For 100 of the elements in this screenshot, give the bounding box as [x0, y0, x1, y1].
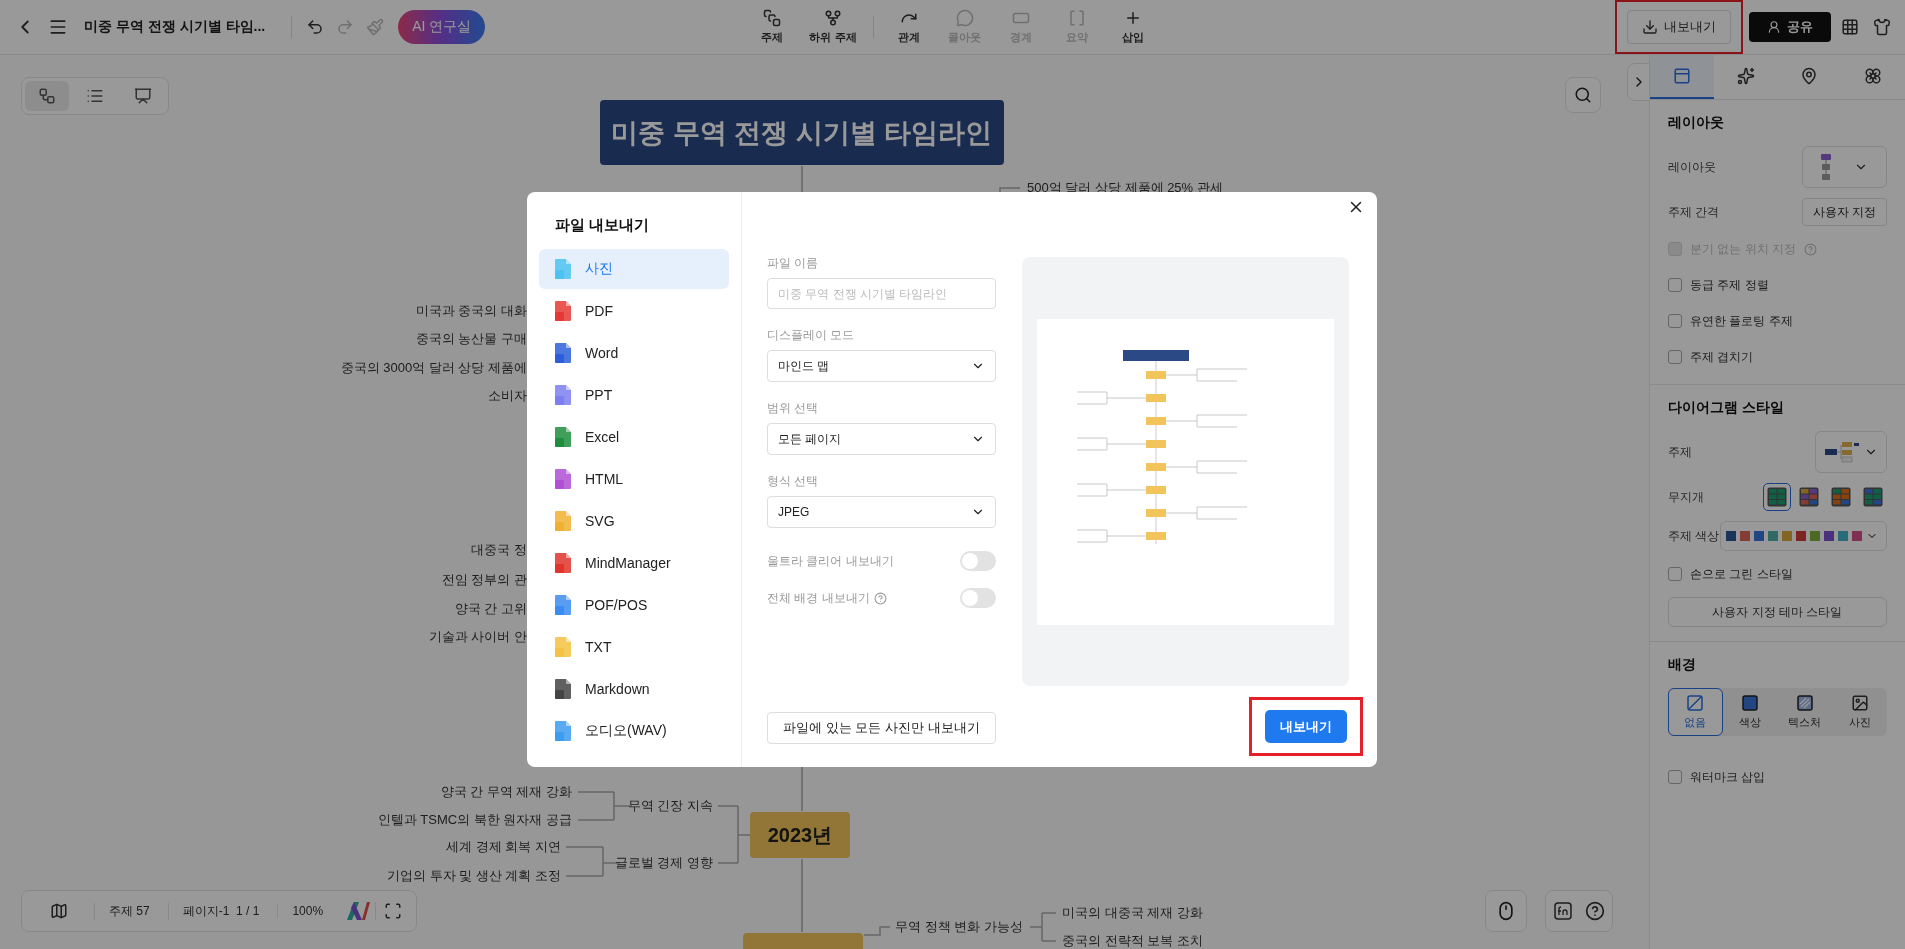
topic-color-dropdown[interactable] — [1720, 521, 1887, 551]
format-option[interactable]: Excel — [539, 417, 729, 457]
toggle-switch[interactable] — [960, 551, 996, 571]
topic-text[interactable]: 소비자 — [488, 387, 527, 405]
checkbox[interactable] — [1668, 350, 1682, 364]
toolbar-tool[interactable]: 삽입 — [1105, 9, 1160, 45]
custom-theme-button[interactable]: 사용자 지정 테마 스타일 — [1668, 597, 1887, 627]
bracket-icon — [1067, 9, 1086, 27]
topic-text[interactable]: 양국 간 무역 제재 강화 — [440, 783, 572, 801]
logo-icon[interactable] — [345, 900, 372, 922]
collapse-panel-button[interactable] — [1627, 63, 1649, 101]
checkbox[interactable] — [1668, 314, 1682, 328]
background-option[interactable]: 색상 — [1722, 688, 1778, 736]
topic-text[interactable]: 미국의 대중국 제재 강화 — [1062, 904, 1203, 922]
export-button[interactable]: 내보내기 — [1627, 10, 1731, 44]
toggle-label: 전체 배경 내보내기 — [767, 589, 870, 607]
search-button[interactable] — [1565, 77, 1601, 113]
format-option[interactable]: MindManager — [539, 543, 729, 583]
topic-text[interactable]: 기업의 투자 및 생산 계획 조정 — [386, 867, 561, 885]
color-palette-icon — [1726, 531, 1864, 541]
format-option[interactable]: Markdown — [539, 669, 729, 709]
file-icon — [553, 510, 573, 532]
format-option[interactable]: 사진 — [539, 249, 729, 289]
mouse-mode-button[interactable] — [1485, 890, 1527, 932]
section-title: 배경 — [1668, 656, 1697, 674]
checkbox-label: 주제 겹치기 — [1690, 348, 1754, 366]
layout-icon — [1672, 67, 1691, 85]
format-option[interactable]: POF/POS — [539, 585, 729, 625]
panel-tab[interactable] — [1650, 55, 1714, 99]
topic-text[interactable]: 무역 긴장 지속 — [627, 797, 713, 815]
select-field[interactable]: JPEG — [767, 496, 996, 528]
background-option[interactable]: 사진 — [1832, 688, 1887, 736]
toggle-label: 울트라 클리어 내보내기 — [767, 552, 894, 570]
help-icon[interactable] — [873, 591, 887, 605]
format-option[interactable]: HTML — [539, 459, 729, 499]
menu-icon — [48, 17, 68, 37]
toolbar-tool[interactable]: 하위 주제 — [801, 9, 865, 45]
format-option[interactable]: PPT — [539, 375, 729, 415]
share-button[interactable]: 공유 — [1749, 12, 1831, 42]
checkbox-label: 동급 주제 정렬 — [1690, 276, 1769, 294]
field-label: 파일 이름 — [767, 255, 820, 272]
export-images-only-button[interactable]: 파일에 있는 모든 사진만 내보내기 — [767, 712, 996, 744]
layout-dropdown[interactable] — [1802, 146, 1887, 188]
topic-style-dropdown[interactable] — [1815, 431, 1887, 473]
file-icon — [553, 384, 573, 406]
shirt-icon — [1873, 18, 1891, 36]
file-name-field[interactable]: 미중 무역 전쟁 시기별 타임라인 — [767, 278, 996, 309]
background-option[interactable]: 텍스처 — [1777, 688, 1833, 736]
ai-lab-button[interactable]: AI 연구실 — [398, 10, 486, 44]
select-field[interactable]: 마인드 맵 — [767, 350, 996, 382]
format-option[interactable]: 오디오(WAV) — [539, 711, 729, 751]
topic-style-icon — [1824, 441, 1859, 463]
format-option[interactable]: Word — [539, 333, 729, 373]
topic-text[interactable]: 세계 경제 회복 지연 — [446, 838, 561, 856]
checkbox-label: 유연한 플로팅 주제 — [1690, 312, 1793, 330]
root-topic[interactable]: 미중 무역 전쟁 시기별 타임라인 — [600, 100, 1004, 165]
undo-icon — [306, 18, 325, 36]
export-confirm-button[interactable]: 내보내기 — [1265, 710, 1347, 743]
topic-text[interactable]: 미국과 중국의 대화 — [415, 302, 527, 320]
function-key-icon — [1553, 901, 1573, 921]
zoom-level[interactable]: 100% — [277, 904, 338, 918]
year-topic[interactable]: 2023년 — [750, 812, 850, 858]
spacing-button[interactable]: 사용자 지정 — [1801, 198, 1887, 226]
mind-map-icon — [38, 87, 56, 105]
download-icon — [1642, 19, 1658, 35]
checkbox[interactable] — [1668, 278, 1682, 292]
background-option[interactable]: 없음 — [1668, 688, 1723, 736]
rainbow-option[interactable] — [1763, 483, 1791, 511]
page-indicator: 페이지-1 1 / 1 — [167, 902, 274, 920]
topic-count: 주제 57 — [94, 902, 164, 920]
topic-text[interactable]: 중국의 농산물 구매 — [415, 330, 527, 348]
topic-text[interactable]: 양국 간 고위 — [454, 600, 527, 618]
document-title: 미중 무역 전쟁 시기별 타임... — [84, 18, 266, 36]
presentation-icon — [134, 87, 152, 105]
layout-preview-icon — [1820, 154, 1831, 180]
toolbar-tool[interactable]: 관계 — [881, 9, 936, 45]
select-field[interactable]: 모든 페이지 — [767, 423, 996, 455]
filled-square-icon — [1741, 694, 1760, 712]
view-mode-button[interactable] — [25, 81, 69, 111]
topic-text[interactable]: 글로벌 경제 영향 — [614, 854, 713, 872]
topic-text[interactable]: 중국의 3000억 달러 상당 제품에 — [340, 359, 527, 377]
file-icon — [553, 720, 573, 742]
topic-text[interactable]: 인텔과 TSMC의 북한 원자재 공급 — [377, 811, 572, 829]
speech-bubble-icon — [955, 9, 974, 27]
toggle-switch[interactable] — [960, 588, 996, 608]
checkbox[interactable] — [1668, 770, 1682, 784]
format-option[interactable]: TXT — [539, 627, 729, 667]
toolbar-tool[interactable]: 주제 — [745, 9, 800, 45]
format-option[interactable]: SVG — [539, 501, 729, 541]
topic-text[interactable]: 중국의 전략적 보복 조치 — [1062, 932, 1203, 949]
field-label: 형식 선택 — [767, 473, 820, 490]
topic-text[interactable]: 대중국 정 — [471, 541, 527, 559]
user-icon — [1767, 20, 1781, 34]
checkbox[interactable] — [1668, 567, 1682, 581]
topic-text[interactable]: 전임 정부의 관 — [441, 571, 527, 589]
format-option[interactable]: PDF — [539, 291, 729, 331]
topic-text[interactable]: 무역 정책 변화 가능성 — [895, 918, 1023, 936]
striped-square-icon — [1795, 694, 1814, 712]
field-label: 레이아웃 — [1668, 158, 1716, 176]
topic-text[interactable]: 기술과 사이버 안 — [428, 628, 527, 646]
